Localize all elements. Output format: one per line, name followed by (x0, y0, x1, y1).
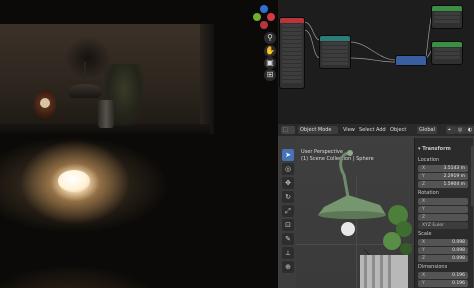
lamp-stem (84, 62, 86, 86)
transform-section-title[interactable]: ▾ Transform (418, 146, 451, 152)
rotation-mode-dropdown[interactable]: XYZ Euler (418, 222, 468, 229)
menu-view[interactable]: View (341, 126, 357, 134)
location-z-field[interactable]: Z 1.5904 m (418, 181, 468, 188)
dimensions-x-value: 0.196 (452, 273, 465, 278)
dimensions-y-value: 0.196 (452, 281, 465, 286)
node-mapping[interactable] (320, 36, 350, 68)
node-mapping-header (320, 36, 350, 41)
render-viewport[interactable] (0, 0, 278, 288)
scale-y-value: 0.098 (452, 248, 465, 253)
scale-z-axis: Z (422, 256, 426, 261)
lamp-shade (68, 84, 102, 98)
orientation-dropdown[interactable]: Global (417, 126, 437, 134)
orientation-label: Global (419, 127, 435, 133)
gizmo-neg-z-axis[interactable] (260, 21, 268, 29)
render-wall-edge-shadow (200, 24, 214, 134)
rotation-x-axis: X (422, 199, 426, 204)
scale-x-value: 0.098 (452, 240, 465, 245)
add-tool-icon[interactable]: ⊕ (282, 261, 294, 273)
rotation-y-field[interactable]: Y (418, 206, 468, 213)
proportional-edit-icon[interactable]: ◎ (456, 126, 466, 134)
scale-y-field[interactable]: Y 0.098 (418, 247, 468, 254)
lamp-model[interactable] (300, 145, 414, 288)
rotate-tool-icon[interactable]: ↻ (282, 191, 294, 203)
gizmo-y-axis[interactable] (253, 13, 261, 21)
dimensions-y-axis: Y (422, 281, 425, 286)
move-tool-icon[interactable]: ✥ (282, 177, 294, 189)
node-shader-a-header (432, 6, 462, 11)
node-math[interactable] (396, 56, 426, 65)
measure-tool-icon[interactable]: ⟂ (282, 247, 294, 259)
location-y-value: 2.2919 m (443, 174, 465, 179)
transform-title-text: Transform (422, 146, 451, 152)
transform-tool-icon[interactable]: ⊡ (282, 219, 294, 231)
scale-y-axis: Y (422, 248, 425, 253)
scale-tool-icon[interactable]: ⤢ (282, 205, 294, 217)
dimensions-label: Dimensions (418, 264, 448, 270)
dimensions-y-field[interactable]: Y 0.196 (418, 280, 468, 287)
scale-label: Scale (418, 231, 432, 237)
annotate-tool-icon[interactable]: ✎ (282, 233, 294, 245)
location-x-value: 3.5143 m (443, 166, 465, 171)
node-shader-b[interactable] (432, 42, 462, 64)
location-x-field[interactable]: X 3.5143 m (418, 165, 468, 172)
scale-z-field[interactable]: Z 0.098 (418, 255, 468, 262)
camera-icon[interactable]: ▣ (264, 57, 276, 69)
location-y-field[interactable]: Y 2.2919 m (418, 173, 468, 180)
gizmo-z-axis[interactable] (260, 5, 268, 13)
scale-x-axis: X (422, 240, 426, 245)
dimensions-x-axis: X (422, 273, 426, 278)
node-editor[interactable] (278, 0, 474, 124)
menu-add[interactable]: Add (374, 126, 388, 134)
clock-face (40, 98, 50, 108)
rotation-z-field[interactable]: Z (418, 214, 468, 221)
hand-icon[interactable]: ✋ (264, 45, 276, 57)
location-y-axis: Y (422, 174, 425, 179)
vase-object (98, 100, 114, 128)
node-texture-header (280, 18, 304, 23)
select-tool-icon[interactable]: ➤ (282, 149, 294, 161)
light-bulb (58, 170, 90, 192)
node-texture[interactable] (280, 18, 304, 88)
location-label: Location (418, 157, 440, 163)
rotation-y-axis: Y (422, 207, 425, 212)
mode-label: Object Mode (300, 127, 332, 133)
location-x-axis: X (422, 166, 426, 171)
rotation-z-axis: Z (422, 215, 426, 220)
node-math-header (396, 56, 426, 65)
location-z-axis: Z (422, 182, 426, 187)
rotation-mode-value: XYZ Euler (422, 223, 444, 228)
editor-type-button[interactable]: ⬚ (281, 126, 295, 134)
node-shader-a[interactable] (432, 6, 462, 28)
snap-icon[interactable]: ⌖ (446, 126, 456, 134)
overlay-icon[interactable]: ◐ (466, 126, 474, 134)
cursor-tool-icon[interactable]: ◎ (282, 163, 294, 175)
rotation-x-field[interactable]: X (418, 198, 468, 205)
node-shader-b-header (432, 42, 462, 47)
location-z-value: 1.5904 m (443, 182, 465, 187)
scale-x-field[interactable]: X 0.098 (418, 239, 468, 246)
gizmo-x-axis[interactable] (267, 13, 275, 21)
scale-z-value: 0.098 (452, 256, 465, 261)
zoom-icon[interactable]: ⚲ (264, 32, 276, 44)
mode-dropdown[interactable]: Object Mode (298, 126, 338, 134)
grid-icon[interactable]: ⊞ (264, 69, 276, 81)
menu-object[interactable]: Object (388, 126, 408, 134)
rotation-label: Rotation (418, 190, 439, 196)
dimensions-x-field[interactable]: X 0.196 (418, 272, 468, 279)
